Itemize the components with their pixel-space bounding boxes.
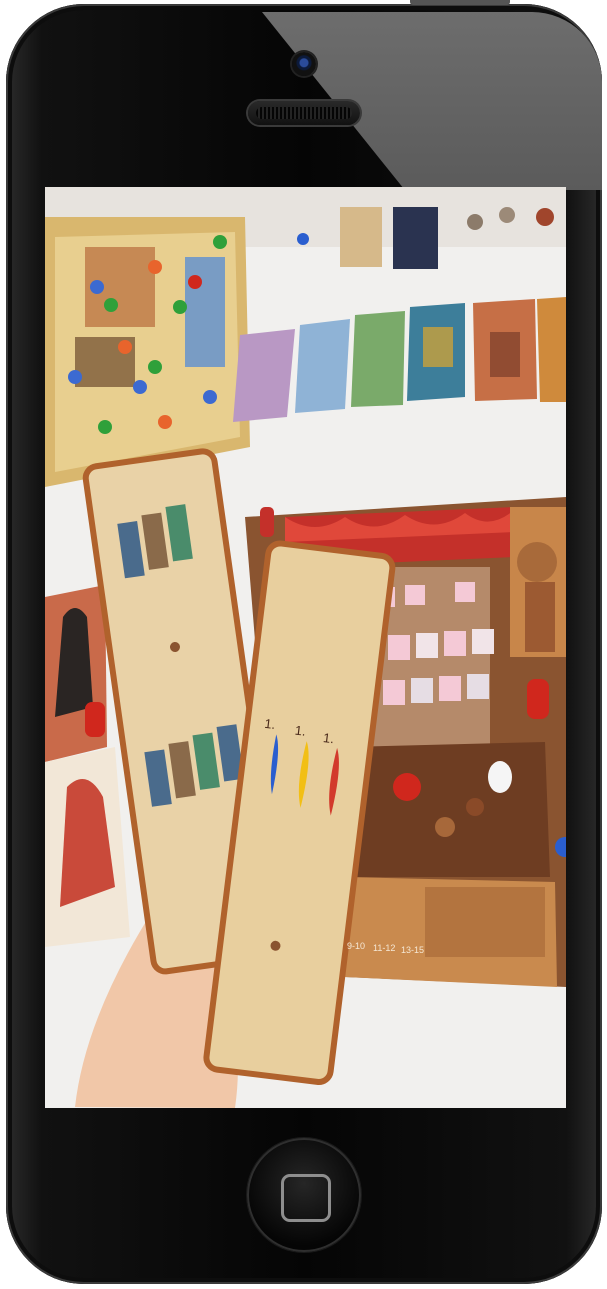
board-game-photo: 1. 1. 1. 9-10 11-12 13-15 <box>45 187 566 1108</box>
red-token <box>393 773 421 801</box>
card-label-2: 1. <box>294 723 307 739</box>
front-camera-icon <box>292 52 316 76</box>
mask-icon <box>488 761 512 793</box>
earpiece-speaker-icon <box>248 101 360 125</box>
red-meeple <box>260 507 274 537</box>
card-label-3: 1. <box>322 730 335 746</box>
red-meeple <box>527 679 549 719</box>
meeple-blue <box>297 233 309 245</box>
home-square-icon <box>281 1174 331 1222</box>
board-label-1: 9-10 <box>347 941 365 951</box>
coin-token <box>499 207 515 223</box>
board-label-3: 13-15 <box>401 945 424 955</box>
coin-token <box>536 208 554 226</box>
coin-token <box>467 214 483 230</box>
top-button <box>410 0 510 5</box>
far-card <box>393 207 438 269</box>
home-button-icon[interactable] <box>247 1138 361 1252</box>
far-card <box>340 207 382 267</box>
left-game-board <box>45 217 250 487</box>
card-label-1: 1. <box>264 716 277 732</box>
board-label-2: 11-12 <box>373 943 395 953</box>
red-meeple <box>85 702 105 737</box>
screen: 1. 1. 1. 9-10 11-12 13-15 <box>45 187 566 1108</box>
